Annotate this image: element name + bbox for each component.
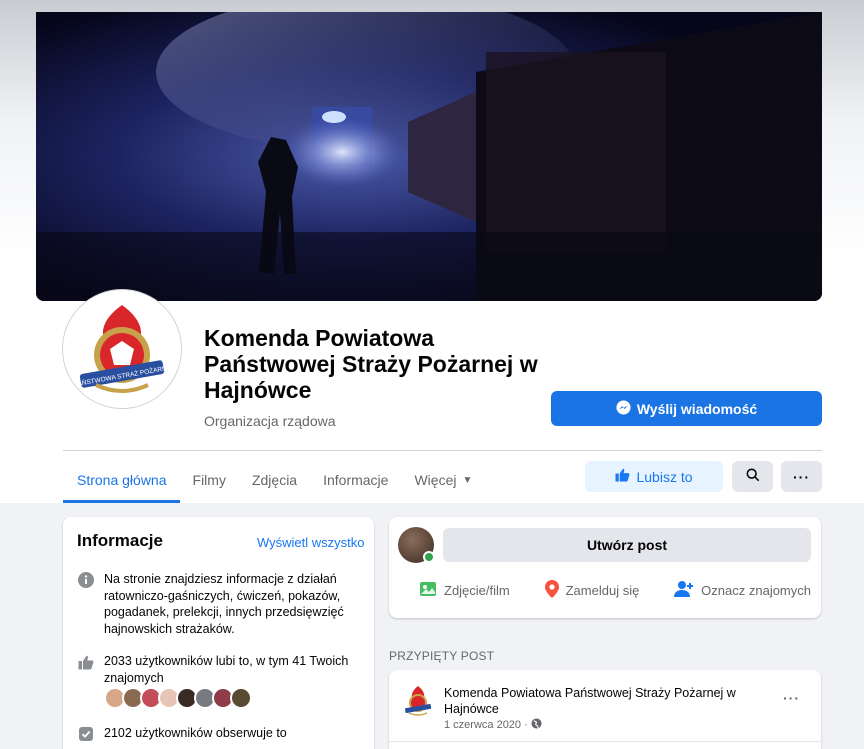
- online-status-dot: [423, 551, 435, 563]
- tab-home-label: Strona główna: [77, 472, 167, 488]
- like-button[interactable]: Lubisz to: [585, 461, 723, 492]
- tab-more[interactable]: Więcej ▼: [401, 460, 485, 500]
- cover-photo[interactable]: [36, 12, 822, 301]
- info-icon: [77, 571, 95, 589]
- search-button[interactable]: [732, 461, 773, 492]
- page-avatar[interactable]: PAŃSTWOWA STRAŻ POŻARNA: [63, 290, 181, 408]
- post-date[interactable]: 1 czerwca 2020 ·: [444, 718, 542, 732]
- page-title: Komenda Powiatowa Państwowej Straży Poża…: [204, 325, 538, 403]
- tab-about[interactable]: Informacje: [310, 460, 401, 500]
- see-all-link[interactable]: Wyświetl wszystko: [257, 535, 365, 550]
- tag-friends-label: Oznacz znajomych: [701, 583, 811, 598]
- friend-avatar[interactable]: [230, 687, 252, 709]
- header-divider: [63, 450, 822, 451]
- post-author-name[interactable]: Komenda Powiatowa Państwowej Straży Poża…: [444, 685, 764, 717]
- thumbs-up-icon: [615, 468, 630, 485]
- tab-more-label: Więcej: [414, 472, 457, 488]
- more-options-button[interactable]: ···: [781, 461, 822, 492]
- about-row: Na stronie znajdziesz informacje z dział…: [77, 571, 367, 637]
- fire-brigade-logo: PAŃSTWOWA STRAŻ POŻARNA: [66, 293, 178, 405]
- like-label: Lubisz to: [636, 468, 693, 485]
- create-post-actions: Zdjęcie/film Zamelduj się Oznacz znajomy…: [399, 580, 811, 601]
- tab-photos-label: Zdjęcia: [251, 472, 298, 488]
- check-in-button[interactable]: Zamelduj się: [544, 580, 640, 601]
- create-post-button[interactable]: Utwórz post: [443, 528, 811, 562]
- tag-friends-button[interactable]: Oznacz znajomych: [674, 580, 811, 601]
- photo-video-label: Zdjęcie/film: [444, 583, 510, 598]
- tab-videos[interactable]: Filmy: [180, 460, 239, 500]
- friends-avatars: [104, 687, 252, 709]
- thumbs-up-icon: [77, 653, 95, 671]
- fire-brigade-logo: [400, 683, 436, 719]
- messenger-icon: [616, 399, 631, 418]
- followers-text: 2102 użytkowników obserwuje to: [104, 726, 287, 740]
- send-message-label: Wyślij wiadomość: [636, 400, 758, 417]
- likes-text: 2033 użytkowników lubi to, w tym 41 Twoi…: [104, 654, 349, 685]
- globe-icon: [531, 718, 542, 732]
- post-separator: [389, 741, 821, 742]
- post-more-options-button[interactable]: ···: [783, 690, 800, 706]
- tab-photos[interactable]: Zdjęcia: [239, 460, 310, 500]
- followers-row: 2102 użytkowników obserwuje to: [77, 725, 367, 743]
- likes-row: 2033 użytkowników lubi to, w tym 41 Twoi…: [77, 653, 367, 686]
- post-author-avatar[interactable]: [400, 683, 436, 719]
- info-title: Informacje: [77, 531, 163, 550]
- page-category[interactable]: Organizacja rządowa: [204, 413, 336, 429]
- photo-icon: [419, 580, 437, 601]
- pinned-post-label: PRZYPIĘTY POST: [389, 649, 495, 663]
- search-icon: [746, 468, 760, 485]
- post-date-text: 1 czerwca 2020 ·: [444, 719, 528, 731]
- follow-check-icon: [77, 725, 95, 743]
- location-pin-icon: [544, 580, 559, 601]
- photo-video-button[interactable]: Zdjęcie/film: [419, 580, 510, 601]
- more-icon: ···: [793, 468, 810, 485]
- tab-about-label: Informacje: [323, 472, 389, 488]
- check-in-label: Zamelduj się: [565, 583, 640, 598]
- tab-home[interactable]: Strona główna: [63, 460, 180, 503]
- caret-down-icon: ▼: [462, 474, 473, 486]
- tab-videos-label: Filmy: [192, 472, 226, 488]
- tag-people-icon: [674, 580, 694, 601]
- send-message-button[interactable]: Wyślij wiadomość: [551, 391, 822, 426]
- page-tabs: Strona główna Filmy Zdjęcia Informacje W…: [63, 460, 485, 503]
- about-text: Na stronie znajdziesz informacje z dział…: [104, 572, 344, 636]
